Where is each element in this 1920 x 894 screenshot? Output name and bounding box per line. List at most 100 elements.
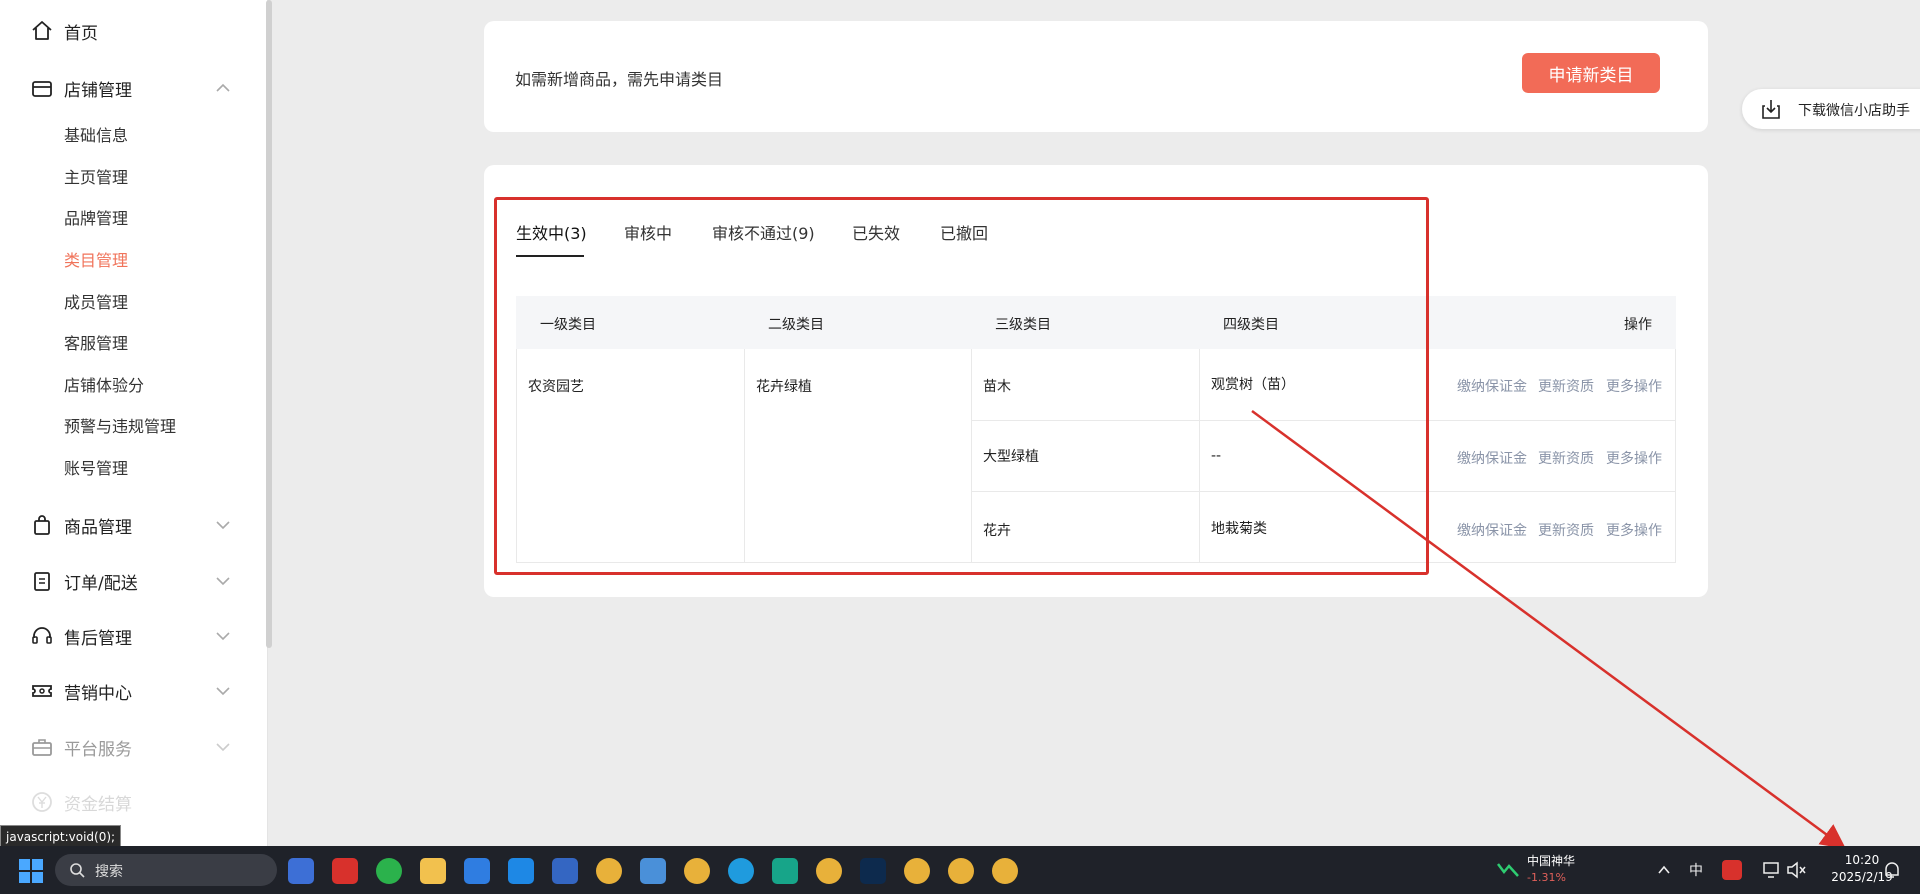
row2-level4: -- (1211, 448, 1222, 464)
nav-order-delivery[interactable]: 订单/配送 (0, 561, 267, 601)
sidebar: 首页 店铺管理 基础信息 主页管理 品牌管理 类目管理 成员管理 客服管理 店铺… (0, 0, 268, 846)
header-level2: 二级类目 (768, 317, 824, 333)
chrome-icon[interactable] (684, 858, 710, 884)
chrome-icon[interactable] (904, 858, 930, 884)
more-actions-link[interactable]: 更多操作 (1606, 376, 1662, 396)
photoshop-icon[interactable] (860, 858, 886, 884)
cell-level2: 花卉绿植 (756, 379, 812, 395)
table-divider (971, 349, 972, 563)
row3-level3: 花卉 (983, 523, 1011, 539)
nav-after-sales[interactable]: 售后管理 (0, 616, 267, 656)
nav-platform-service[interactable]: 平台服务 (0, 727, 267, 767)
nav-home[interactable]: 首页 (0, 11, 267, 51)
tab-underline (516, 255, 584, 257)
chevron-up-icon (216, 83, 230, 92)
shopping-bag-icon (34, 515, 50, 535)
row3-level4: 地栽菊类 (1211, 521, 1267, 537)
sogou-icon[interactable] (1722, 860, 1742, 880)
update-qualification-link[interactable]: 更新资质 (1538, 520, 1594, 540)
chevron-down-icon (216, 521, 230, 530)
chevron-down-icon (216, 687, 230, 696)
header-level4: 四级类目 (1223, 317, 1279, 333)
home-icon (32, 21, 52, 40)
sidebar-item-warnings[interactable]: 预警与违规管理 (64, 413, 176, 441)
taskbar-search[interactable]: 搜索 (55, 854, 277, 886)
more-actions-link[interactable]: 更多操作 (1606, 448, 1662, 468)
app-icon[interactable] (772, 858, 798, 884)
chevron-down-icon (216, 632, 230, 641)
tab-active[interactable]: 生效中(3) (516, 220, 587, 244)
apply-category-button[interactable]: 申请新类目 (1522, 53, 1660, 93)
sidebar-item-homepage[interactable]: 主页管理 (64, 164, 128, 192)
chrome-icon[interactable] (948, 858, 974, 884)
table-divider (1199, 349, 1200, 563)
sidebar-item-customer-service[interactable]: 客服管理 (64, 330, 128, 358)
notification-icon[interactable] (1882, 860, 1902, 880)
chevron-down-icon (216, 743, 230, 752)
header-actions: 操作 (1624, 317, 1652, 333)
nav-store-management[interactable]: 店铺管理 (0, 68, 267, 108)
category-card: 生效中(3) 审核中 审核不通过(9) 已失效 已撤回 一级类目 二级类目 三级… (484, 165, 1708, 597)
network-icon[interactable] (1762, 861, 1782, 879)
more-actions-link[interactable]: 更多操作 (1606, 520, 1662, 540)
download-helper-button[interactable]: 下载微信小店助手 (1742, 89, 1920, 129)
nav-after-sales-label: 售后管理 (64, 628, 132, 649)
speaker-muted-icon[interactable] (1786, 861, 1806, 879)
search-icon (70, 863, 85, 878)
clipboard-icon (34, 572, 50, 591)
app-icon[interactable] (552, 858, 578, 884)
wps-icon[interactable] (332, 858, 358, 884)
app-icon[interactable] (288, 858, 314, 884)
sidebar-item-basic-info[interactable]: 基础信息 (64, 122, 128, 150)
edge-icon[interactable] (728, 858, 754, 884)
nav-store-management-label: 店铺管理 (64, 80, 132, 101)
wechat-icon[interactable] (376, 858, 402, 884)
app-icon[interactable] (464, 858, 490, 884)
headset-icon (32, 627, 52, 644)
ticket-icon (32, 685, 52, 697)
table-border-right (1675, 349, 1676, 563)
folder-icon[interactable] (420, 858, 446, 884)
chevron-up-icon[interactable] (1657, 863, 1671, 877)
download-icon (1762, 100, 1780, 119)
sidebar-item-category[interactable]: 类目管理 (64, 247, 128, 275)
tab-reviewing[interactable]: 审核中 (624, 220, 672, 244)
chrome-icon[interactable] (596, 858, 622, 884)
status-url: javascript:void(0); (0, 825, 122, 847)
tab-withdrawn[interactable]: 已撤回 (940, 220, 988, 244)
ime-indicator[interactable]: 中 (1689, 860, 1703, 880)
header-level3: 三级类目 (995, 317, 1051, 333)
pay-deposit-link[interactable]: 缴纳保证金 (1457, 376, 1527, 396)
sidebar-scrollbar[interactable] (266, 0, 272, 648)
sidebar-item-brand[interactable]: 品牌管理 (64, 205, 128, 233)
windows-start-icon[interactable] (18, 858, 44, 884)
pay-deposit-link[interactable]: 缴纳保证金 (1457, 520, 1527, 540)
table-divider (1427, 349, 1428, 563)
sidebar-item-members[interactable]: 成员管理 (64, 289, 128, 317)
yuan-icon (32, 792, 52, 812)
tab-expired[interactable]: 已失效 (852, 220, 900, 244)
notice-text: 如需新增商品，需先申请类目 (515, 70, 724, 89)
row2-level3: 大型绿植 (983, 449, 1039, 465)
pay-deposit-link[interactable]: 缴纳保证金 (1457, 448, 1527, 468)
notepad-icon[interactable] (640, 858, 666, 884)
row-divider (971, 491, 1676, 492)
chrome-icon[interactable] (816, 858, 842, 884)
update-qualification-link[interactable]: 更新资质 (1538, 376, 1594, 396)
nav-order-delivery-label: 订单/配送 (64, 573, 138, 594)
update-qualification-link[interactable]: 更新资质 (1538, 448, 1594, 468)
chevron-down-icon (216, 577, 230, 586)
nav-funds[interactable]: 资金结算 (0, 782, 267, 822)
nav-marketing-center[interactable]: 营销中心 (0, 671, 267, 711)
sidebar-item-account[interactable]: 账号管理 (64, 455, 128, 483)
search-label: 搜索 (95, 864, 123, 880)
sidebar-item-experience-score[interactable]: 店铺体验分 (64, 372, 144, 400)
taskbar: 搜索 中国神华 -1.31% 中 10:20 2025/2/19 (0, 846, 1920, 894)
row-divider (971, 420, 1676, 421)
chrome-icon[interactable] (992, 858, 1018, 884)
nav-product-management[interactable]: 商品管理 (0, 505, 267, 545)
stock-change: -1.31% (1527, 871, 1566, 884)
tab-rejected[interactable]: 审核不通过(9) (712, 220, 815, 244)
app-icon[interactable] (508, 858, 534, 884)
nav-platform-service-label: 平台服务 (64, 739, 132, 760)
